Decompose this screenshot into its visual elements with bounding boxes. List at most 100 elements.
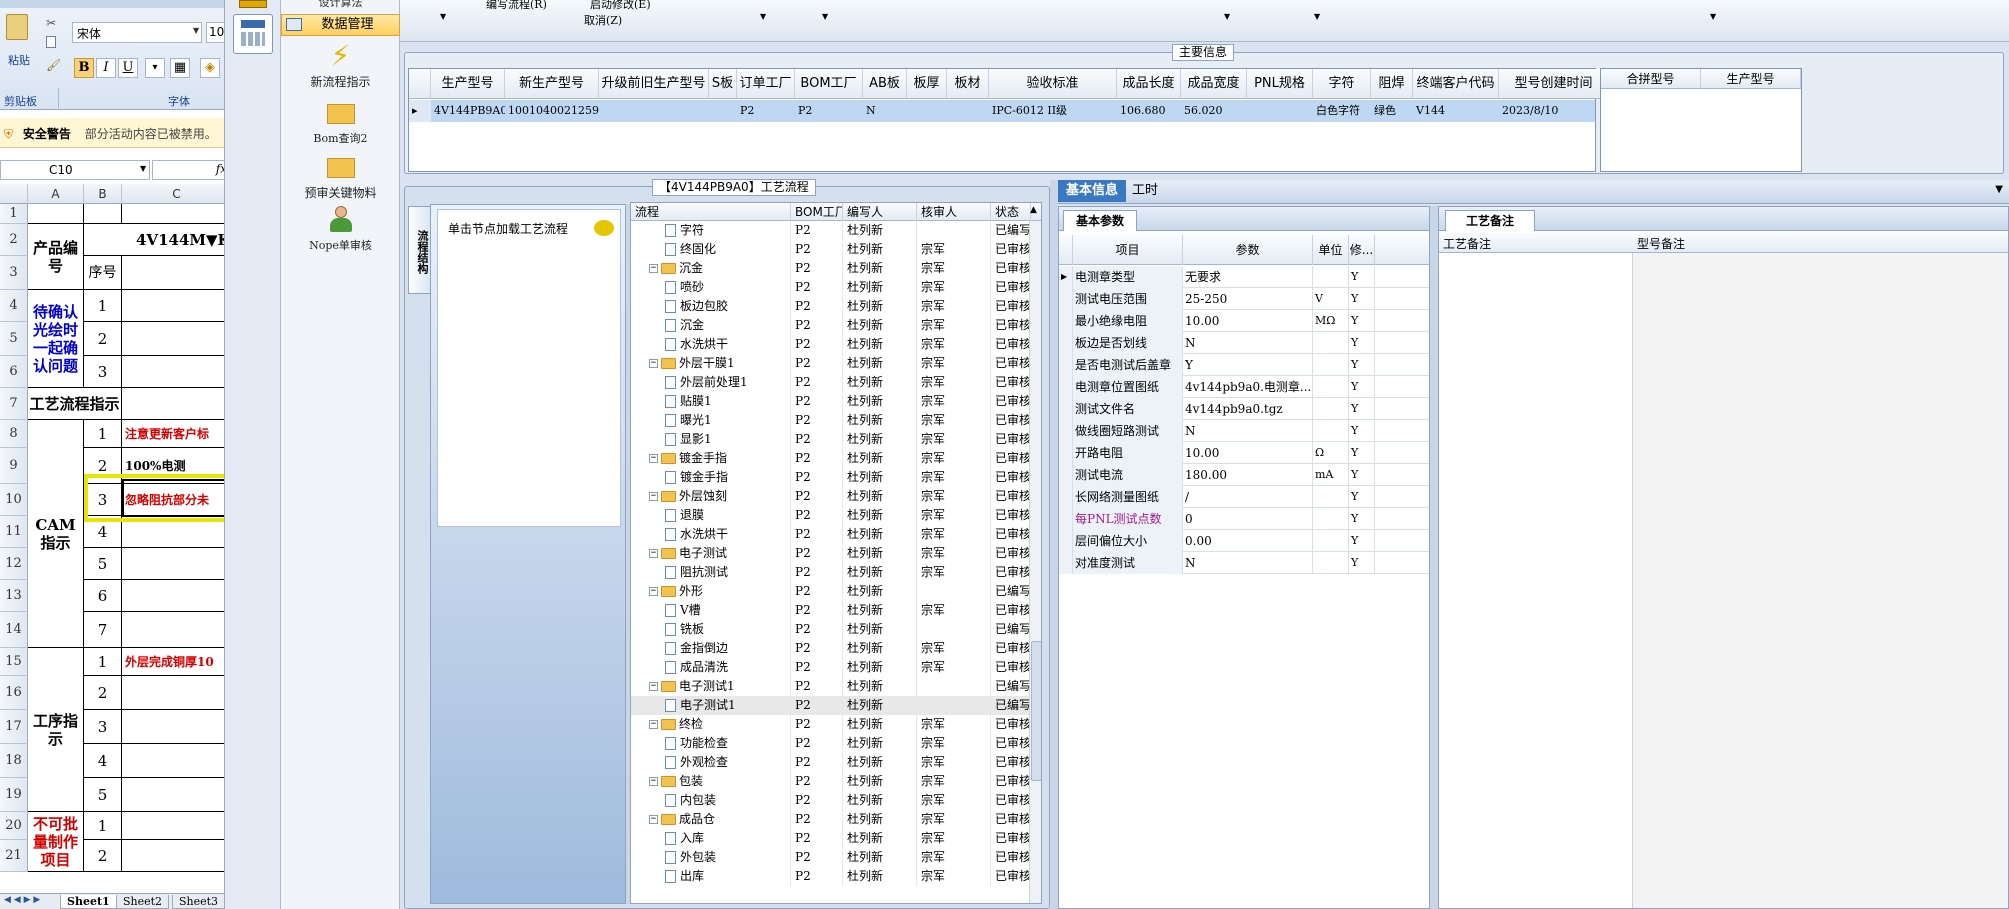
border-icon[interactable]: ▦	[170, 58, 190, 78]
flow-row[interactable]: 终固化 P2 杜列新 宗军 已审核	[631, 240, 1031, 259]
flow-row[interactable]: − 成品仓 P2 杜列新 宗军 已审核	[631, 810, 1031, 829]
col-header-4[interactable]: 订单工厂	[737, 69, 795, 99]
flow-node[interactable]: − 外形	[631, 582, 791, 601]
flow-row[interactable]: 外包装 P2 杜列新 宗军 已审核	[631, 848, 1031, 867]
flow-row[interactable]: 外层前处理1 P2 杜列新 宗军 已审核	[631, 373, 1031, 392]
main-info-cell-13[interactable]: 白色字符	[1313, 100, 1371, 122]
param-col-0[interactable]: 项目	[1073, 235, 1183, 265]
flow-node[interactable]: − 外层干膜1	[631, 354, 791, 373]
flow-row[interactable]: 沉金 P2 杜列新 宗军 已审核	[631, 316, 1031, 335]
flow-node[interactable]: 板边包胶	[631, 297, 791, 316]
col-header-15[interactable]: 终端客户代码	[1413, 69, 1499, 99]
flow-node[interactable]: 曝光1	[631, 411, 791, 430]
param-row[interactable]: 电测章位置图纸 4v144pb9a0.电测章... Y	[1059, 376, 1429, 398]
flow-node[interactable]: 阻抗测试	[631, 563, 791, 582]
row-header-4[interactable]: 4	[0, 290, 28, 322]
param-cell-param[interactable]: N	[1183, 332, 1313, 354]
flow-row[interactable]: 铣板 P2 杜列新 已编写	[631, 620, 1031, 639]
param-row[interactable]: 长网络测量图纸 / Y	[1059, 486, 1429, 508]
flow-row[interactable]: − 电子测试1 P2 杜列新 已编写	[631, 677, 1031, 696]
flow-row[interactable]: 水洗烘干 P2 杜列新 宗军 已审核	[631, 525, 1031, 544]
namebox-dropdown-icon[interactable]: ▼	[140, 164, 146, 173]
flow-node[interactable]: − 电子测试1	[631, 677, 791, 696]
col-header-0[interactable]: 生产型号	[431, 69, 505, 99]
param-row[interactable]: 每PNL测试点数 0 Y	[1059, 508, 1429, 530]
row-header-14[interactable]: 14	[0, 612, 28, 648]
param-row[interactable]: 开路电阻 10.00 Ω Y	[1059, 442, 1429, 464]
param-cell-param[interactable]: 0	[1183, 508, 1313, 530]
main-info-cell-6[interactable]: N	[863, 100, 907, 122]
flow-node[interactable]: 退膜	[631, 506, 791, 525]
collapse-icon[interactable]: −	[649, 454, 658, 463]
process-remark-text[interactable]	[1439, 253, 1633, 908]
tab-work-hours[interactable]: 工时	[1124, 180, 1166, 202]
flow-row[interactable]: 外观检查 P2 杜列新 宗军 已审核	[631, 753, 1031, 772]
param-cell-param[interactable]: /	[1183, 486, 1313, 508]
main-info-cell-2[interactable]	[599, 100, 709, 122]
start-modify-button[interactable]: 启动修改(E)	[590, 0, 651, 12]
paste-label[interactable]: 粘贴	[8, 52, 30, 68]
col-header-7[interactable]: 板厚	[907, 69, 947, 99]
param-row[interactable]: 做线圈短路测试 N Y	[1059, 420, 1429, 442]
collapse-icon[interactable]: −	[649, 720, 658, 729]
row-header-8[interactable]: 8	[0, 420, 28, 448]
font-name-select[interactable]: 宋体	[72, 22, 202, 43]
col-header-3[interactable]: S板	[709, 69, 737, 99]
flow-row[interactable]: − 沉金 P2 杜列新 宗军 已审核	[631, 259, 1031, 278]
main-info-cell-15[interactable]: V144	[1413, 100, 1499, 122]
cut-icon[interactable]: ✂	[46, 16, 56, 30]
param-row[interactable]: 层间偏位大小 0.00 Y	[1059, 530, 1429, 552]
flow-node[interactable]: − 包装	[631, 772, 791, 791]
flow-node[interactable]: 沉金	[631, 316, 791, 335]
col-header-8[interactable]: 板材	[947, 69, 989, 99]
main-info-cell-0[interactable]: 4V144PB9A0	[431, 100, 505, 122]
cancel-button[interactable]: 取消(Z)	[584, 12, 622, 28]
select-all-corner[interactable]	[0, 184, 28, 204]
row-header-1[interactable]: 1	[0, 204, 28, 224]
dropdown-icon[interactable]: ▼	[760, 12, 766, 21]
nav-item-bom-query[interactable]: Bom查询2	[281, 100, 400, 146]
flow-row[interactable]: 电子测试1 P2 杜列新 已编写	[631, 696, 1031, 715]
main-info-cell-3[interactable]	[709, 100, 737, 122]
tab-basic-params[interactable]: 基本参数	[1063, 210, 1138, 231]
param-col-3[interactable]: 修...	[1349, 235, 1375, 265]
flow-col-4[interactable]: 状态	[991, 203, 1031, 221]
col-header-1[interactable]: 新生产型号	[505, 69, 599, 99]
param-cell-param[interactable]: 10.00	[1183, 310, 1313, 332]
paste-icon[interactable]	[6, 14, 28, 40]
param-cell-param[interactable]: N	[1183, 552, 1313, 574]
column-header-b[interactable]: B	[84, 184, 122, 204]
flow-node[interactable]: − 成品仓	[631, 810, 791, 829]
main-info-cell-12[interactable]	[1247, 100, 1313, 122]
row-header-17[interactable]: 17	[0, 710, 28, 744]
main-info-cell-16[interactable]: 2023/8/10	[1499, 100, 1609, 122]
flow-node[interactable]: 成品清洗	[631, 658, 791, 677]
row-header-16[interactable]: 16	[0, 676, 28, 710]
param-row[interactable]: ▶ 电测章类型 无要求 Y	[1059, 266, 1429, 288]
underline-button[interactable]: U	[118, 58, 138, 78]
flow-row[interactable]: − 镀金手指 P2 杜列新 宗军 已审核	[631, 449, 1031, 468]
flow-row[interactable]: 金指倒边 P2 杜列新 宗军 已审核	[631, 639, 1031, 658]
flow-row[interactable]: 曝光1 P2 杜列新 宗军 已审核	[631, 411, 1031, 430]
param-cell-param[interactable]: 0.00	[1183, 530, 1313, 552]
collapse-icon[interactable]: −	[649, 492, 658, 501]
flow-node[interactable]: 喷砂	[631, 278, 791, 297]
flow-node[interactable]: 水洗烘干	[631, 335, 791, 354]
flow-node[interactable]: 电子测试1	[631, 696, 791, 715]
sheet-tab-3[interactable]: Sheet3	[172, 895, 224, 909]
splitter[interactable]	[1050, 180, 1058, 909]
col-header-10[interactable]: 成品长度	[1117, 69, 1181, 99]
col-header-14[interactable]: 阻焊	[1371, 69, 1413, 99]
nav-item-nope-audit[interactable]: Nope单审核	[281, 206, 400, 253]
edit-flow-button[interactable]: 编写流程(R)	[486, 0, 547, 12]
flow-row[interactable]: − 终检 P2 杜列新 宗军 已审核	[631, 715, 1031, 734]
dropdown-icon[interactable]: ▼	[822, 12, 828, 21]
model-remark-text[interactable]	[1633, 253, 2008, 908]
flow-structure-tab[interactable]: 流程结构	[408, 206, 430, 294]
flow-node[interactable]: 水洗烘干	[631, 525, 791, 544]
formula-bar[interactable]: fx	[152, 160, 224, 180]
col-header-11[interactable]: 成品宽度	[1181, 69, 1247, 99]
flow-scrollbar[interactable]	[1029, 221, 1041, 903]
param-row[interactable]: 最小绝缘电阻 10.00 MΩ Y	[1059, 310, 1429, 332]
param-cell-param[interactable]: Y	[1183, 354, 1313, 376]
